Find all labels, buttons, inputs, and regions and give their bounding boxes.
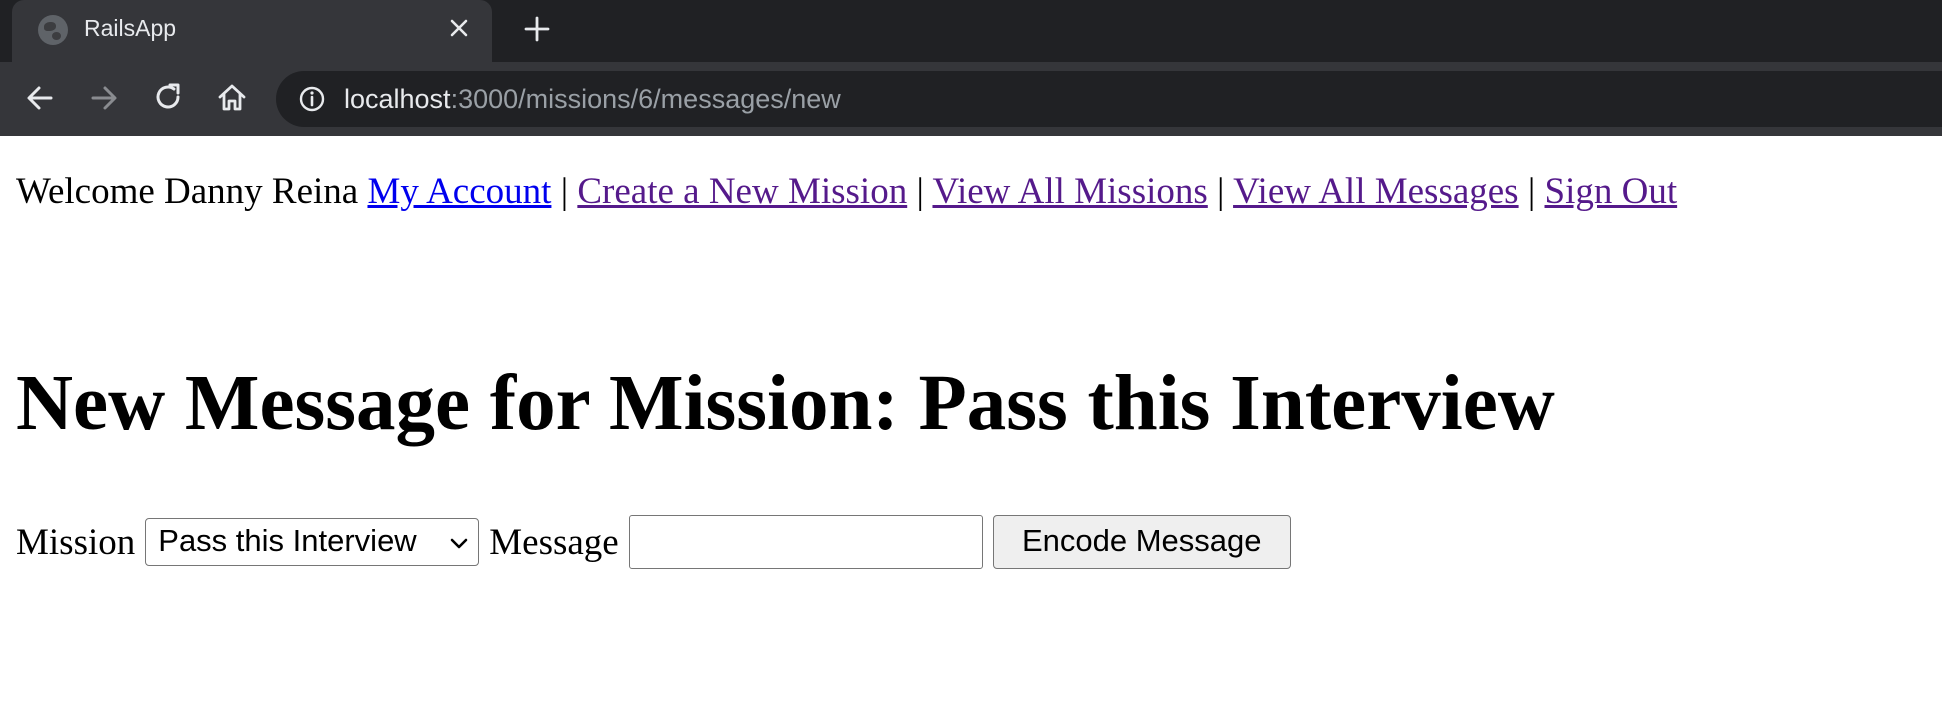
browser-tab[interactable]: RailsApp <box>12 0 492 62</box>
sign-out-link[interactable]: Sign Out <box>1545 171 1678 212</box>
nav-separator: | <box>560 171 569 212</box>
welcome-text: Welcome Danny Reina <box>16 171 359 212</box>
browser-toolbar: localhost:3000/missions/6/messages/new <box>0 62 1942 136</box>
back-arrow-icon[interactable] <box>22 80 58 116</box>
tab-title: RailsApp <box>84 15 177 41</box>
url-path: :3000/missions/6/messages/new <box>450 84 841 114</box>
my-account-link[interactable]: My Account <box>367 171 551 212</box>
encode-message-button[interactable]: Encode Message <box>992 515 1291 569</box>
tab-strip: RailsApp <box>0 0 1942 62</box>
chevron-down-icon <box>450 538 468 549</box>
mission-select[interactable]: Pass this Interview <box>145 518 480 566</box>
nav-separator: | <box>916 171 924 212</box>
message-input[interactable] <box>628 515 983 569</box>
globe-icon <box>38 15 68 45</box>
close-tab-icon[interactable] <box>446 15 472 41</box>
info-icon[interactable] <box>298 85 326 113</box>
mission-select-value: Pass this Interview <box>158 523 417 558</box>
message-label: Message <box>489 521 619 563</box>
home-icon[interactable] <box>214 80 250 116</box>
mission-label: Mission <box>16 521 136 563</box>
nav-separator: | <box>1217 171 1225 212</box>
new-tab-icon[interactable] <box>520 12 554 46</box>
browser-chrome: RailsApp localhost:3000/missions/6/messa… <box>0 0 1942 136</box>
view-missions-link[interactable]: View All Missions <box>932 171 1207 212</box>
top-nav: Welcome Danny Reina My Account | Create … <box>16 173 1677 210</box>
page-title: New Message for Mission: Pass this Inter… <box>16 360 1555 447</box>
nav-separator: | <box>1527 171 1536 212</box>
address-bar[interactable]: localhost:3000/missions/6/messages/new <box>276 71 1942 127</box>
new-message-form: Mission Pass this Interview Message Enco… <box>16 515 1291 569</box>
create-mission-link[interactable]: Create a New Mission <box>577 171 907 212</box>
reload-icon[interactable] <box>150 80 186 116</box>
url-text: localhost:3000/missions/6/messages/new <box>344 71 841 127</box>
forward-arrow-icon[interactable] <box>86 80 122 116</box>
url-host: localhost <box>344 84 451 114</box>
view-messages-link[interactable]: View All Messages <box>1233 171 1519 212</box>
